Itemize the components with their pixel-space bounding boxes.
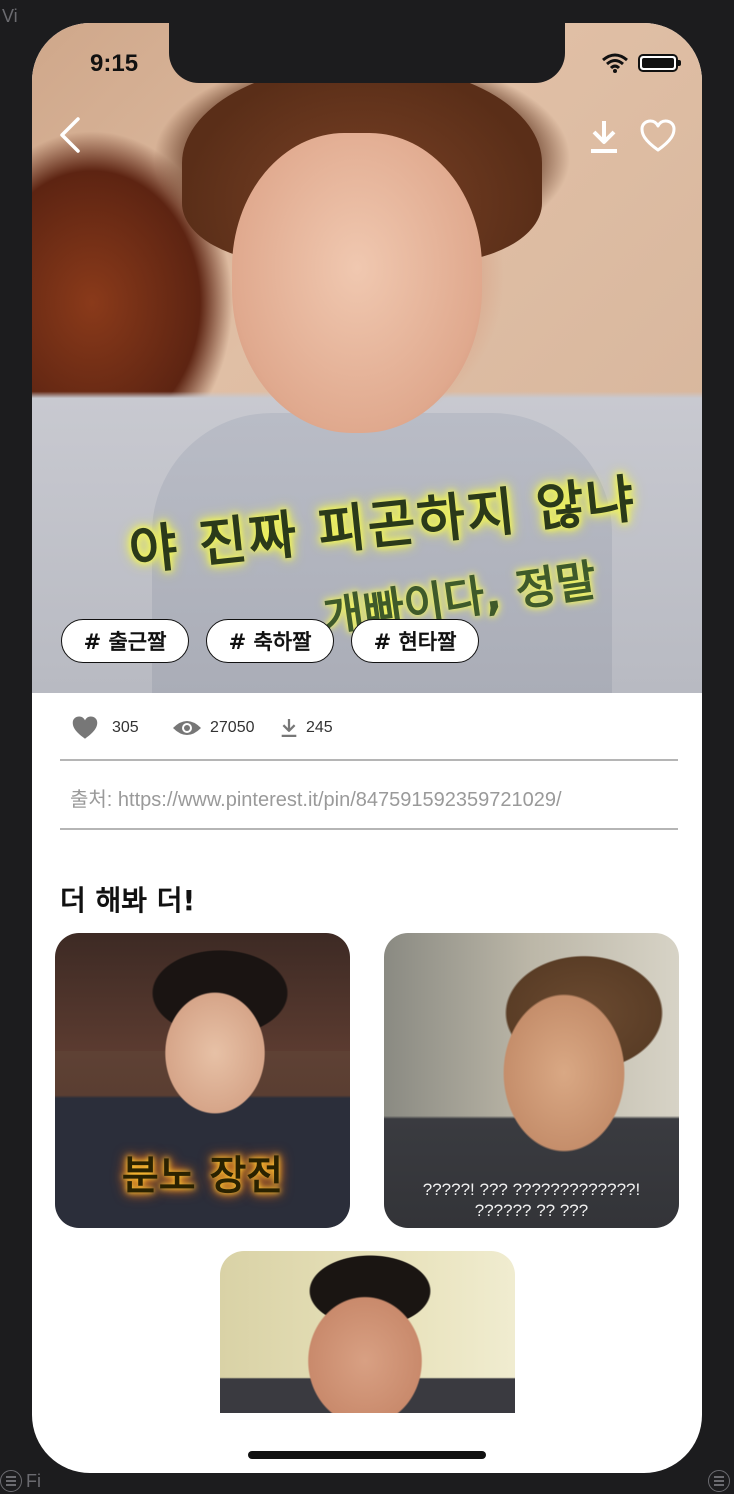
tag-chip[interactable]: # 현타짤 (351, 619, 479, 663)
simulator-label-top: Vi (2, 6, 18, 26)
downloads-count: 245 (306, 719, 333, 736)
stats-row: 305 27050 245 (70, 715, 333, 741)
eye-icon (173, 721, 201, 735)
downloads-stat: 245 (280, 717, 333, 739)
simulator-filter-bottom-right (708, 1466, 730, 1492)
related-section-title: 더 해봐 더! (60, 884, 196, 917)
likes-stat: 305 (70, 715, 158, 741)
notch (169, 23, 565, 83)
status-icons (602, 53, 681, 73)
heart-outline-icon[interactable] (640, 119, 676, 153)
simulator-label-bottom: Fi (26, 1470, 41, 1491)
face (232, 133, 482, 433)
battery-icon (638, 54, 681, 72)
related-meme-card[interactable]: 분노 장전 (55, 933, 350, 1228)
card-caption-line: ?????? ?? ??? (474, 1201, 589, 1220)
download-icon[interactable] (588, 119, 620, 155)
related-meme-card[interactable] (220, 1251, 515, 1413)
card-caption: 분노 장전 (121, 1153, 284, 1199)
simulator-filter-bottom-left: Fi (0, 1470, 41, 1492)
filter-icon (708, 1470, 730, 1492)
tag-chip[interactable]: # 축하짤 (206, 619, 334, 663)
wifi-icon (602, 53, 628, 73)
tag-list: # 출근짤 # 축하짤 # 현타짤 (61, 619, 479, 663)
card-caption-line: ?????! ??? ?????????????! (422, 1180, 641, 1199)
filter-icon (0, 1470, 22, 1492)
status-time: 9:15 (90, 50, 139, 77)
phone-screen: 야 진짜 피곤하지 않냐 개빠이다, 정말 9:15 # 출근짤 # 축하짤 #… (32, 23, 702, 1473)
heart-filled-icon (72, 716, 98, 739)
views-count: 27050 (210, 719, 255, 736)
source-link[interactable]: 출처: https://www.pinterest.it/pin/8475915… (70, 783, 562, 812)
card-caption: ?????! ??? ?????????????! ?????? ?? ??? (384, 1179, 679, 1221)
home-indicator (248, 1451, 486, 1459)
related-meme-card[interactable]: ?????! ??? ?????????????! ?????? ?? ??? (384, 933, 679, 1228)
views-stat: 27050 (172, 718, 280, 738)
divider (60, 828, 678, 830)
download-small-icon (281, 719, 297, 737)
tag-chip[interactable]: # 출근짤 (61, 619, 189, 663)
back-chevron-icon[interactable] (54, 115, 90, 155)
likes-count: 305 (112, 719, 139, 736)
divider (60, 759, 678, 761)
